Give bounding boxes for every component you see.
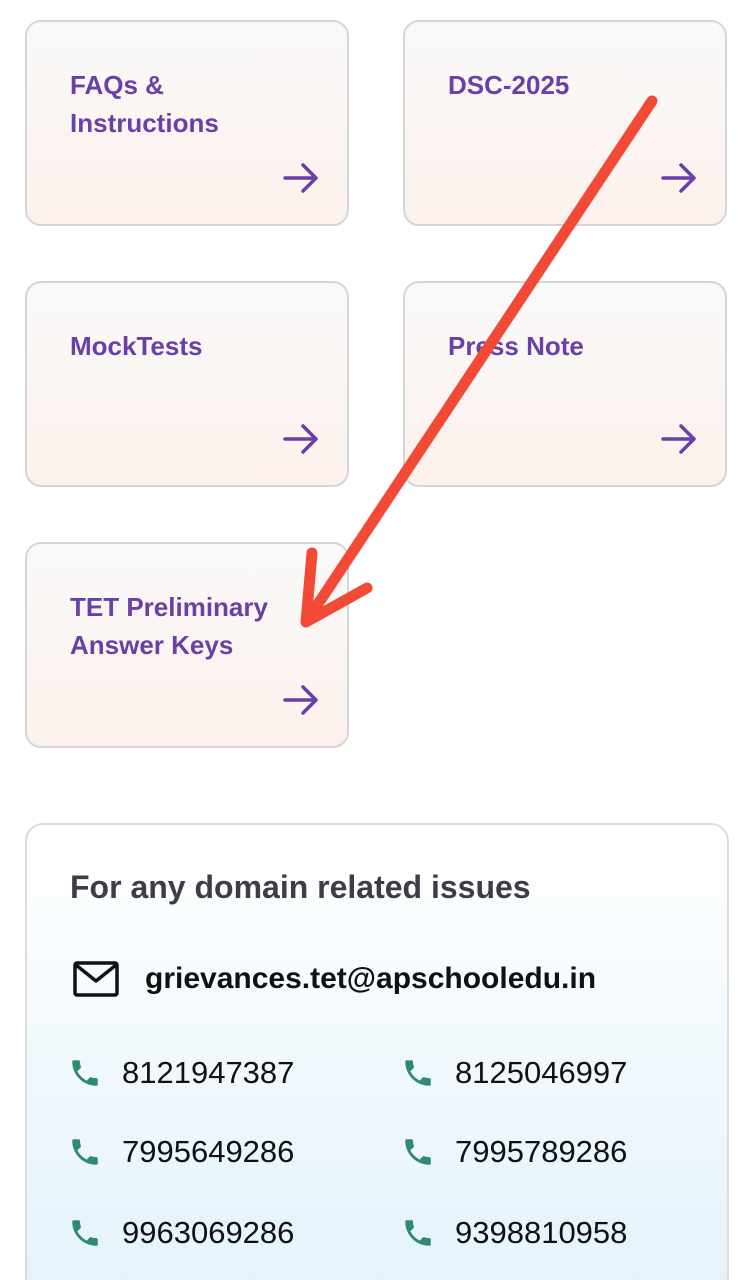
arrow-right-icon (661, 163, 696, 193)
phone-icon (72, 1060, 98, 1086)
phone-icon (405, 1060, 431, 1086)
page: FAQs & Instructions DSC-2025 MockTests P… (0, 0, 754, 1280)
phone-icon (405, 1139, 431, 1165)
arrow-right-icon (661, 424, 696, 454)
phone-number: 8121947387 (122, 1055, 295, 1090)
phone-number: 7995649286 (122, 1134, 295, 1169)
card-mocktests[interactable]: MockTests (25, 281, 349, 487)
card-title: MockTests (70, 331, 203, 361)
contact-heading: For any domain related issues (70, 869, 531, 905)
card-title: Press Note (448, 331, 584, 361)
card-title: FAQs & Instructions (70, 70, 219, 138)
email-address: grievances.tet@apschooledu.in (145, 962, 597, 995)
phone-number: 7995789286 (455, 1134, 628, 1169)
contact-panel: For any domain related issues grievances… (25, 823, 729, 1280)
phone-number: 9398810958 (455, 1215, 628, 1250)
phone-link[interactable]: 8125046997 (401, 1055, 627, 1091)
card-tet-preliminary-answer-keys[interactable]: TET Preliminary Answer Keys (25, 542, 349, 748)
card-press-note[interactable]: Press Note (403, 281, 727, 487)
phone-link[interactable]: 7995649286 (68, 1134, 294, 1170)
phone-icon (405, 1220, 431, 1246)
card-title: TET Preliminary Answer Keys (70, 592, 268, 660)
phone-number: 8125046997 (455, 1055, 628, 1090)
arrow-right-icon (283, 163, 318, 193)
arrow-right-icon (283, 424, 318, 454)
phone-link[interactable]: 9398810958 (401, 1215, 627, 1251)
mail-icon (73, 961, 119, 997)
arrow-right-icon (283, 685, 318, 715)
phone-link[interactable]: 9963069286 (68, 1215, 294, 1251)
phone-link[interactable]: 8121947387 (68, 1055, 294, 1091)
card-dsc-2025[interactable]: DSC-2025 (403, 20, 727, 226)
phone-icon (72, 1139, 98, 1165)
email-link[interactable]: grievances.tet@apschooledu.in (72, 960, 596, 998)
phone-number: 9963069286 (122, 1215, 295, 1250)
phone-link[interactable]: 7995789286 (401, 1134, 627, 1170)
card-title: DSC-2025 (448, 70, 570, 100)
card-faqs-instructions[interactable]: FAQs & Instructions (25, 20, 349, 226)
phone-icon (72, 1220, 98, 1246)
